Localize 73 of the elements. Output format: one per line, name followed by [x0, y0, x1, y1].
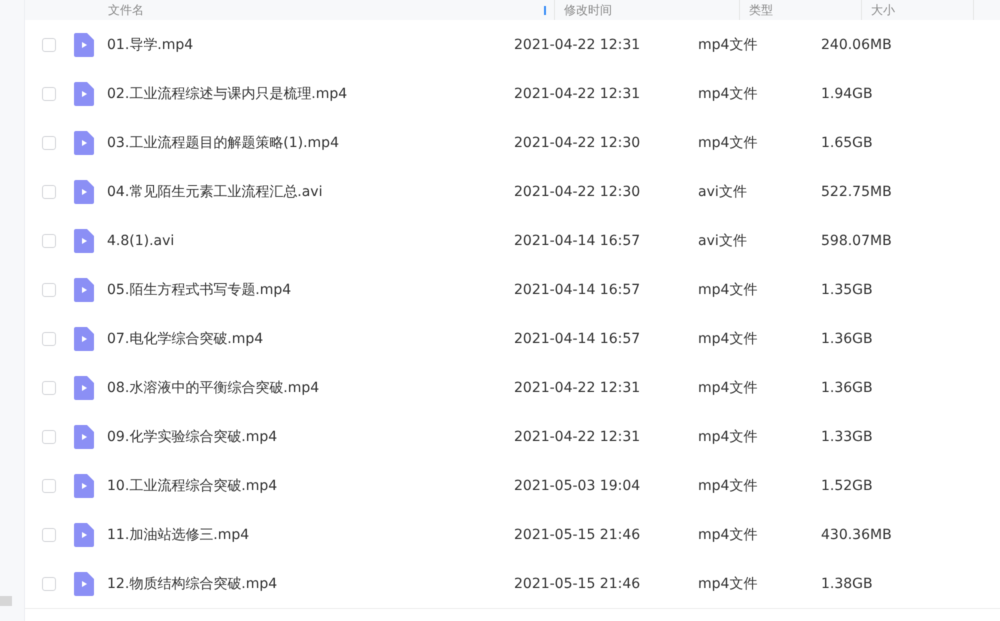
file-type: mp4文件: [698, 36, 758, 54]
file-type: mp4文件: [698, 428, 758, 446]
file-name[interactable]: 01.导学.mp4: [107, 36, 514, 54]
modified-time: 2021-04-22 12:31: [514, 86, 642, 102]
file-name[interactable]: 09.化学实验综合突破.mp4: [107, 428, 514, 446]
row-checkbox[interactable]: [42, 184, 56, 198]
row-checkbox[interactable]: [42, 576, 56, 590]
modified-time: 2021-04-14 16:57: [514, 282, 642, 298]
file-name[interactable]: 4.8(1).avi: [107, 232, 514, 248]
file-name[interactable]: 02.工业流程综述与课内只是梳理.mp4: [107, 84, 514, 102]
file-name[interactable]: 03.工业流程题目的解题策略(1).mp4: [107, 134, 514, 152]
row-checkbox[interactable]: [42, 282, 56, 296]
file-name[interactable]: 08.水溶液中的平衡综合突破.mp4: [107, 378, 514, 396]
file-size: 522.75MB: [821, 184, 893, 200]
modified-time: 2021-04-22 12:30: [514, 184, 642, 200]
row-checkbox[interactable]: [42, 38, 56, 52]
row-checkbox[interactable]: [42, 478, 56, 492]
file-name[interactable]: 05.陌生方程式书写专题.mp4: [107, 280, 514, 298]
file-size: 1.94GB: [821, 86, 874, 102]
video-file-icon: [74, 424, 94, 448]
file-type: mp4文件: [698, 134, 758, 152]
video-file-icon: [74, 278, 94, 302]
modified-time: 2021-05-15 21:46: [514, 526, 642, 542]
file-type: mp4文件: [698, 330, 758, 348]
row-checkbox[interactable]: [42, 430, 56, 444]
file-type: mp4文件: [698, 574, 758, 592]
file-size: 1.36GB: [821, 330, 874, 346]
modified-time: 2021-04-14 16:57: [514, 330, 642, 346]
video-file-icon: [74, 228, 94, 252]
file-size: 1.38GB: [821, 576, 874, 592]
file-name[interactable]: 12.物质结构综合突破.mp4: [107, 574, 514, 592]
file-size: 1.65GB: [821, 134, 874, 150]
file-size: 1.36GB: [821, 380, 874, 396]
file-name[interactable]: 04.常见陌生元素工业流程汇总.avi: [107, 182, 514, 200]
modified-time: 2021-05-15 21:46: [514, 576, 642, 592]
video-file-icon: [74, 32, 94, 56]
video-file-icon: [74, 326, 94, 350]
file-size: 240.06MB: [821, 36, 893, 52]
video-file-icon: [74, 82, 94, 106]
modified-time: 2021-05-03 19:04: [514, 478, 642, 494]
file-name[interactable]: 10.工业流程综合突破.mp4: [107, 476, 514, 494]
file-size: 1.33GB: [821, 428, 874, 444]
file-size: 1.52GB: [821, 478, 874, 494]
row-checkbox[interactable]: [42, 86, 56, 100]
file-size: 598.07MB: [821, 232, 893, 248]
row-checkbox[interactable]: [42, 136, 56, 150]
modified-time: 2021-04-22 12:31: [514, 428, 642, 444]
row-checkbox[interactable]: [42, 380, 56, 394]
modified-time: 2021-04-22 12:31: [514, 380, 642, 396]
video-file-icon: [74, 180, 94, 204]
file-type: mp4文件: [698, 280, 758, 298]
modified-time: 2021-04-14 16:57: [514, 232, 642, 248]
file-type: avi文件: [698, 182, 748, 200]
file-size: 430.36MB: [821, 526, 893, 542]
file-name[interactable]: 11.加油站选修三.mp4: [107, 526, 514, 544]
modified-time: 2021-04-22 12:30: [514, 134, 642, 150]
row-checkbox[interactable]: [42, 332, 56, 346]
file-type: mp4文件: [698, 476, 758, 494]
file-type: mp4文件: [698, 84, 758, 102]
row-checkbox[interactable]: [42, 528, 56, 542]
video-file-icon: [74, 376, 94, 400]
video-file-icon: [74, 474, 94, 498]
row-checkbox[interactable]: [42, 234, 56, 248]
video-file-icon: [74, 130, 94, 154]
scrollbar-thumb: [0, 596, 12, 606]
modified-time: 2021-04-22 12:31: [514, 36, 642, 52]
video-file-icon: [74, 522, 94, 546]
video-file-icon: [74, 572, 94, 596]
file-type: avi文件: [698, 232, 748, 250]
file-name[interactable]: 07.电化学综合突破.mp4: [107, 330, 514, 348]
file-type: mp4文件: [698, 378, 758, 396]
file-size: 1.35GB: [821, 282, 874, 298]
file-type: mp4文件: [698, 526, 758, 544]
